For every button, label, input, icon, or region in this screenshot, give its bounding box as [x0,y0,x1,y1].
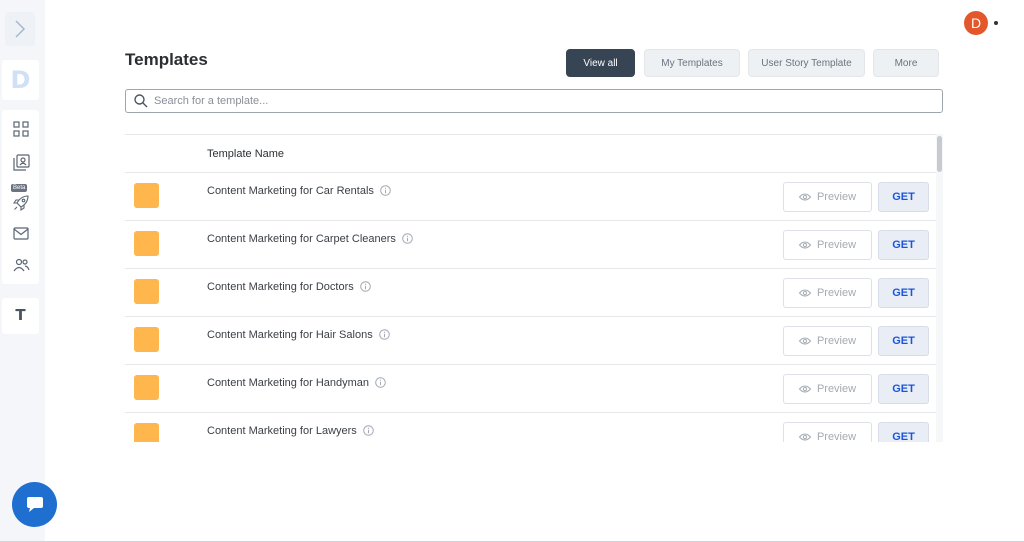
app-window: D Beta T D Templates View all My Templat… [0,0,1024,542]
eye-icon [798,433,811,441]
chevron-right-icon [15,20,26,38]
get-button[interactable]: GET [878,326,929,356]
template-name: Content Marketing for Doctors [207,280,371,293]
scrollbar-thumb[interactable] [937,136,942,172]
sidebar-item-launch[interactable] [11,193,31,213]
eye-icon [798,385,811,393]
beta-badge: Beta [11,184,28,192]
preview-button[interactable]: Preview [783,230,872,260]
chat-bubble-icon [26,496,43,512]
chat-button[interactable] [12,482,57,527]
table-row: Content Marketing for Handyman Preview G… [125,365,938,413]
get-button[interactable]: GET [878,278,929,308]
table-row: Content Marketing for Doctors Preview GE… [125,269,938,317]
preview-button[interactable]: Preview [783,374,872,404]
text-tool-button[interactable]: T [2,298,39,332]
filter-my-templates-button[interactable]: My Templates [644,49,740,77]
search-bar [125,89,943,113]
template-thumbnail [134,423,159,442]
template-thumbnail [134,183,159,208]
page-title: Templates [125,50,208,69]
sidebar-item-team[interactable] [11,255,31,275]
eye-icon [798,241,811,249]
eye-icon [798,289,811,297]
info-icon[interactable] [359,280,371,292]
info-icon[interactable] [402,232,413,244]
template-name: Content Marketing for Lawyers [207,424,374,437]
rocket-icon [13,195,29,211]
info-icon[interactable] [362,424,374,436]
template-name: Content Marketing for Handyman [207,376,386,389]
table-header: Template Name [125,135,938,173]
template-thumbnail [134,327,159,352]
preview-button[interactable]: Preview [783,278,872,308]
preview-button[interactable]: Preview [783,422,872,442]
template-name: Content Marketing for Carpet Cleaners [207,232,413,245]
get-button[interactable]: GET [878,230,929,260]
info-icon[interactable] [375,376,386,388]
template-name: Content Marketing for Car Rentals [207,184,391,197]
get-button[interactable]: GET [878,374,929,404]
team-icon [13,258,30,272]
sidebar-item-dashboard[interactable] [11,119,31,139]
sidebar-nav: Beta [2,110,39,284]
table-row: Content Marketing for Lawyers Preview GE… [125,413,938,442]
grid-icon [13,121,29,137]
search-input[interactable] [154,95,914,107]
info-icon[interactable] [378,328,390,340]
table-row: Content Marketing for Hair Salons Previe… [125,317,938,365]
eye-icon [798,337,811,345]
eye-icon [798,193,811,201]
sidebar-expand-button[interactable] [5,12,35,46]
preview-button[interactable]: Preview [783,326,872,356]
info-icon[interactable] [380,184,391,196]
table-scrollbar[interactable] [936,134,943,442]
search-icon [134,94,148,108]
contacts-icon [12,153,30,171]
mail-icon [13,226,29,240]
table-row: Content Marketing for Carpet Cleaners Pr… [125,221,938,269]
filter-user-story-button[interactable]: User Story Template [748,49,865,77]
table-row: Content Marketing for Car Rentals Previe… [125,173,938,221]
avatar-menu-dot[interactable] [994,21,998,25]
sidebar: D Beta T [0,0,45,541]
template-thumbnail [134,279,159,304]
app-logo[interactable]: D [2,62,39,98]
template-thumbnail [134,231,159,256]
filter-more-button[interactable]: More [873,49,939,77]
get-button[interactable]: GET [878,422,929,442]
sidebar-item-templates[interactable] [11,152,31,172]
column-header-template-name: Template Name [207,148,285,160]
templates-table: Template Name Content Marketing for Car … [125,134,938,442]
template-name: Content Marketing for Hair Salons [207,328,390,341]
text-tool-block: T [2,298,39,334]
logo-block: D [2,60,39,100]
sidebar-item-mail[interactable] [11,223,31,243]
template-thumbnail [134,375,159,400]
avatar[interactable]: D [964,11,988,35]
filter-view-all-button[interactable]: View all [566,49,635,77]
preview-button[interactable]: Preview [783,182,872,212]
get-button[interactable]: GET [878,182,929,212]
